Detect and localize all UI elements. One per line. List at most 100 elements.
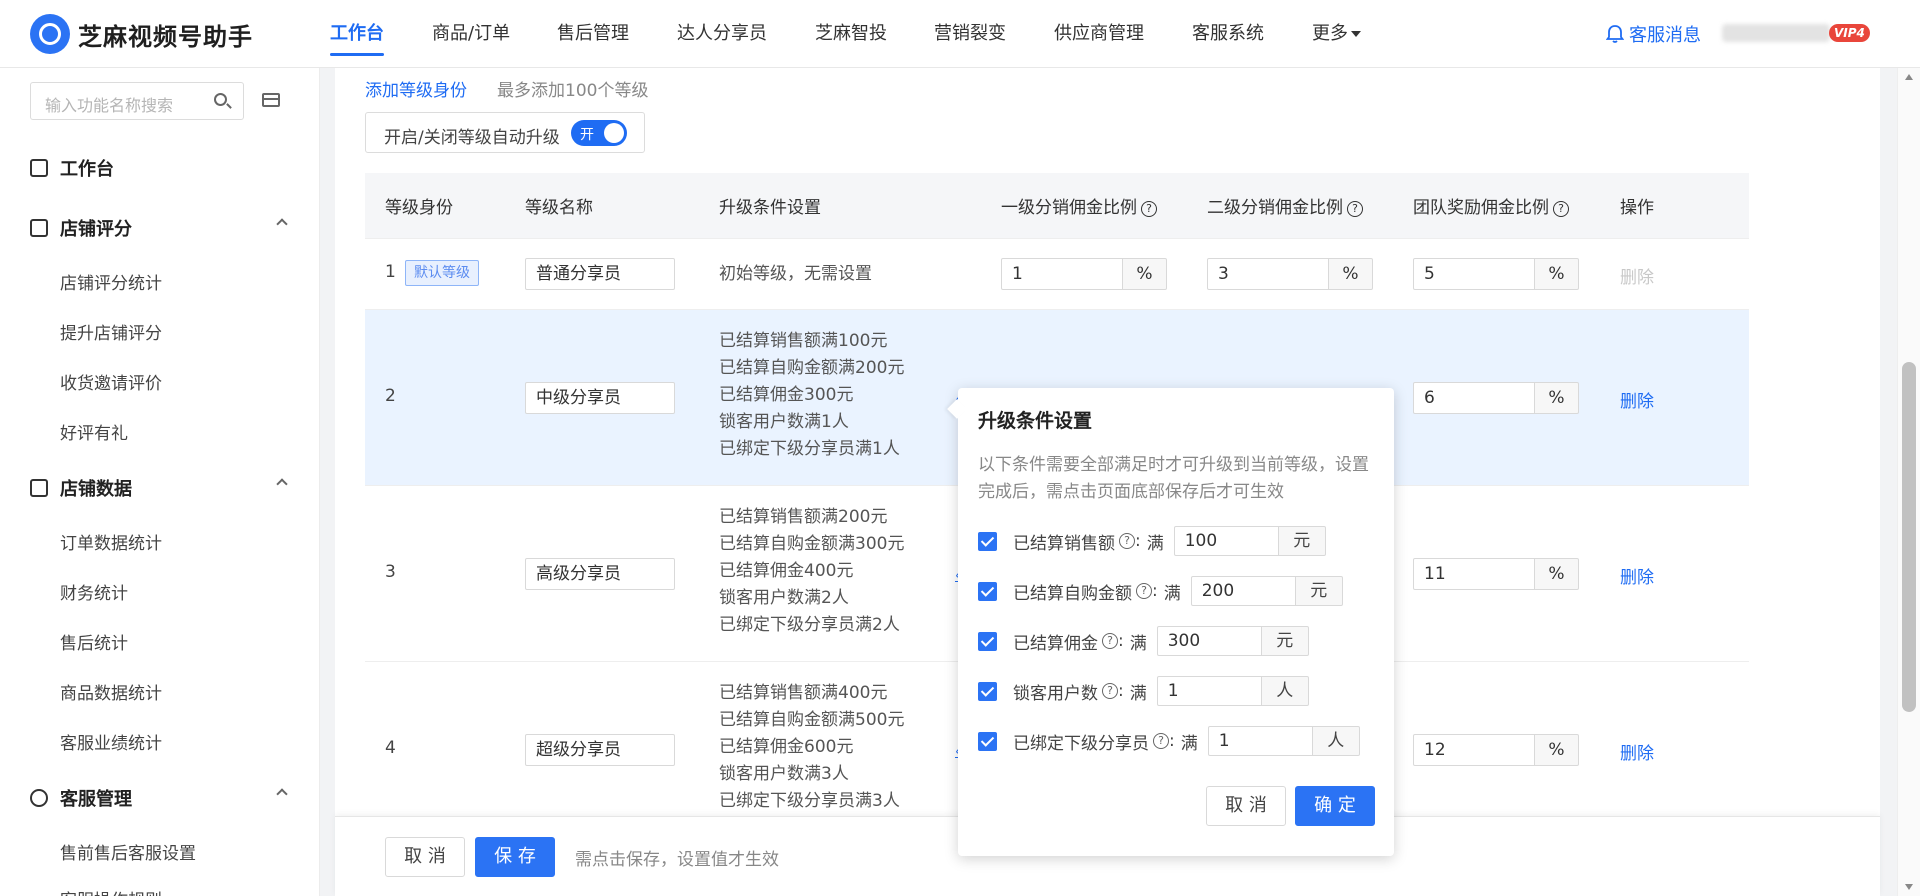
condition-value-input[interactable]: 300 [1156, 626, 1262, 656]
rate-2-field: 3 % [1207, 258, 1373, 290]
condition-checkbox-sub-sharers[interactable] [978, 732, 997, 751]
search-placeholder: 输入功能名称搜索 [45, 96, 174, 115]
condition-value-input[interactable]: 1 [1156, 676, 1262, 706]
sidebar-item-goods-stats[interactable]: 商品数据统计 [60, 679, 162, 704]
condition-line: 已结算销售额满400元 [719, 683, 888, 703]
app-logo[interactable]: 芝麻视频号助手 [30, 14, 253, 54]
sidebar-item-order-stats[interactable]: 订单数据统计 [60, 529, 162, 554]
condition-value-input[interactable]: 1 [1207, 726, 1313, 756]
cancel-button[interactable]: 取 消 [385, 837, 465, 877]
col-label: 团队奖励佣金比例 [1413, 198, 1549, 218]
row-number: 3 [385, 562, 396, 582]
nav-sharers[interactable]: 达人分享员 [677, 0, 767, 68]
sidebar-item-after-sales-stats[interactable]: 售后统计 [60, 629, 128, 654]
rate-3-input[interactable]: 5 [1413, 258, 1535, 290]
popover-cancel-button[interactable]: 取 消 [1206, 786, 1286, 826]
nav-marketing[interactable]: 营销裂变 [934, 0, 1006, 68]
rate-2-input[interactable]: 3 [1207, 258, 1329, 290]
condition-checkbox-locked-users[interactable] [978, 682, 997, 701]
condition-value-input[interactable]: 100 [1173, 526, 1279, 556]
level-name-input[interactable]: 超级分享员 [525, 734, 675, 766]
help-icon[interactable]: ? [1102, 633, 1118, 649]
add-menu-icon[interactable] [262, 93, 280, 107]
condition-checkbox-commission[interactable] [978, 632, 997, 651]
col-level-name: 等级名称 [525, 198, 593, 218]
rate-3-field: 12 % [1413, 734, 1579, 766]
delete-button[interactable]: 删除 [1620, 739, 1654, 764]
help-icon[interactable]: ? [1553, 201, 1569, 217]
condition-line: 已结算佣金400元 [719, 561, 854, 581]
nav-suppliers[interactable]: 供应商管理 [1054, 0, 1144, 68]
help-icon[interactable]: ? [1141, 201, 1157, 217]
rate-1-field: 1 % [1001, 258, 1167, 290]
full-label: 满 [1163, 583, 1181, 604]
help-icon[interactable]: ? [1153, 733, 1169, 749]
popover-confirm-button[interactable]: 确 定 [1295, 786, 1375, 826]
condition-line: 已结算自购金额满200元 [719, 358, 905, 378]
scroll-down-arrow-icon[interactable] [1905, 884, 1913, 890]
condition-label: 已结算自购金额 [1013, 583, 1132, 604]
customer-messages-link[interactable]: 客服消息 [1606, 21, 1701, 47]
scroll-up-arrow-icon[interactable] [1905, 74, 1913, 80]
delete-button-disabled: 删除 [1620, 268, 1654, 288]
condition-label: 已绑定下级分享员 [1013, 733, 1149, 754]
sidebar-group-cs-management[interactable]: 客服管理 [30, 785, 288, 811]
delete-button[interactable]: 删除 [1620, 563, 1654, 588]
condition-label: 已结算佣金 [1013, 633, 1098, 654]
unit-suffix: 元 [1295, 576, 1343, 606]
level-name-input[interactable]: 中级分享员 [525, 382, 675, 414]
help-icon[interactable]: ? [1119, 533, 1135, 549]
chart-icon [30, 479, 48, 497]
sidebar-item-improve-rating[interactable]: 提升店铺评分 [60, 319, 162, 344]
user-account-name[interactable] [1722, 24, 1830, 42]
delete-button[interactable]: 删除 [1620, 387, 1654, 412]
sidebar-item-rating-stats[interactable]: 店铺评分统计 [60, 269, 162, 294]
condition-line: 已绑定下级分享员满2人 [719, 615, 900, 635]
sidebar-group-store-data[interactable]: 店铺数据 [30, 475, 288, 501]
condition-line: 锁客用户数满3人 [719, 764, 849, 784]
level-name-input[interactable]: 高级分享员 [525, 558, 675, 590]
page-scrollbar[interactable] [1897, 68, 1920, 896]
nav-goods-orders[interactable]: 商品/订单 [432, 0, 510, 68]
upgrade-conditions-popover: 升级条件设置 以下条件需要全部满足时才可升级到当前等级，设置完成后，需点击页面底… [958, 388, 1394, 856]
auto-upgrade-toggle[interactable]: 开 [571, 120, 627, 146]
rate-1-input[interactable]: 1 [1001, 258, 1123, 290]
help-icon[interactable]: ? [1347, 201, 1363, 217]
sidebar-group-label: 店铺数据 [60, 479, 132, 500]
nav-workbench[interactable]: 工作台 [330, 0, 384, 68]
nav-customer-service[interactable]: 客服系统 [1192, 0, 1264, 68]
rate-3-field: 11 % [1413, 558, 1579, 590]
col-level: 等级身份 [385, 198, 453, 218]
sidebar-item-good-review-gift[interactable]: 好评有礼 [60, 419, 128, 444]
sidebar-item-finance-stats[interactable]: 财务统计 [60, 579, 128, 604]
rate-3-input[interactable]: 11 [1413, 558, 1535, 590]
add-level-link[interactable]: 添加等级身份 [365, 76, 467, 101]
sidebar-item-cs-settings[interactable]: 售前售后客服设置 [60, 839, 196, 864]
rate-3-input[interactable]: 12 [1413, 734, 1535, 766]
function-search-input[interactable]: 输入功能名称搜索 [30, 82, 244, 120]
scrollbar-thumb[interactable] [1902, 362, 1916, 712]
sidebar-item-workbench[interactable]: 工作台 [30, 155, 288, 181]
condition-checkbox-sales[interactable] [978, 532, 997, 551]
save-button[interactable]: 保 存 [475, 837, 555, 877]
sidebar-group-store-rating[interactable]: 店铺评分 [30, 215, 288, 241]
level-name-input[interactable]: 普通分享员 [525, 258, 675, 290]
upgrade-condition-list: 已结算销售额满200元 已结算自购金额满300元 已结算佣金400元 锁客用户数… [719, 504, 904, 639]
sidebar-item-invite-review[interactable]: 收货邀请评价 [60, 369, 162, 394]
condition-value-input[interactable]: 200 [1190, 576, 1296, 606]
search-icon[interactable] [214, 93, 227, 106]
percent-suffix: % [1534, 558, 1579, 590]
app-root: 芝麻视频号助手 工作台 商品/订单 售后管理 达人分享员 芝麻智投 营销裂变 供… [0, 0, 1920, 896]
nav-more[interactable]: 更多 [1312, 0, 1361, 68]
help-icon[interactable]: ? [1136, 583, 1152, 599]
sidebar-item-cs-performance[interactable]: 客服业绩统计 [60, 729, 162, 754]
nav-zhima-ads[interactable]: 芝麻智投 [815, 0, 887, 68]
nav-after-sales[interactable]: 售后管理 [557, 0, 629, 68]
condition-checkbox-self-purchase[interactable] [978, 582, 997, 601]
condition-line: 已结算自购金额满500元 [719, 710, 905, 730]
condition-row-sales: 已结算销售额 ?: 满 100 元 [1013, 526, 1326, 556]
help-icon[interactable]: ? [1102, 683, 1118, 699]
sidebar-group-label: 店铺评分 [60, 219, 132, 240]
sidebar-item-cs-rules[interactable]: 客服操作规则 [60, 886, 162, 896]
rate-3-input[interactable]: 6 [1413, 382, 1535, 414]
